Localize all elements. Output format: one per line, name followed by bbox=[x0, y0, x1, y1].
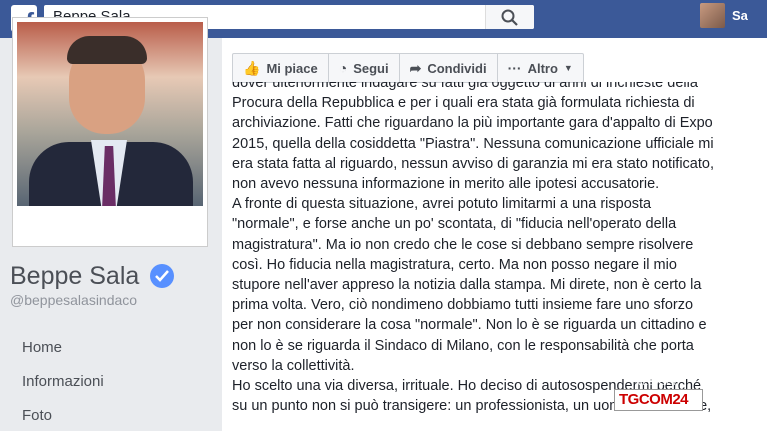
page-handle[interactable]: @beppesalasindaco bbox=[10, 292, 137, 308]
post-line: stupore nell'aver appreso la notizia dal… bbox=[232, 277, 702, 294]
post-line: così. Ho fiducia nella magistratura, cer… bbox=[232, 256, 677, 273]
profile-photo bbox=[17, 22, 203, 206]
post-line: era stata fatta al riguardo, nessun avvi… bbox=[232, 155, 714, 172]
more-label: Altro bbox=[527, 60, 558, 76]
page-title: Beppe Sala bbox=[10, 262, 140, 290]
like-button[interactable]: 👍 Mi piace bbox=[233, 54, 329, 82]
search-button[interactable] bbox=[485, 5, 534, 29]
post-line: Procura della Repubblica e per i quali e… bbox=[232, 95, 695, 112]
post-line: verso la collettività. bbox=[232, 357, 355, 374]
search-icon bbox=[501, 9, 518, 26]
follow-label: Segui bbox=[353, 60, 389, 76]
profile-picture[interactable] bbox=[12, 17, 208, 247]
like-label: Mi piace bbox=[266, 60, 318, 76]
page-action-bar: 👍 Mi piace ◔ Segui ➦ Condividi ··· Altro… bbox=[232, 53, 584, 83]
broadcaster-sublabel: MEDIASET bbox=[636, 378, 677, 387]
post-line: per non considerare la cosa "normale". N… bbox=[232, 317, 707, 334]
ellipsis-icon: ··· bbox=[507, 60, 522, 76]
chevron-down-icon: ▼ bbox=[563, 63, 573, 73]
nav-item-foto[interactable]: Foto bbox=[22, 407, 52, 424]
post-line: dover ulteriormente indagare su fatti gi… bbox=[232, 82, 698, 91]
nav-item-home[interactable]: Home bbox=[22, 339, 62, 356]
thumbs-up-icon: 👍 bbox=[243, 59, 261, 76]
post-line: A fronte di questa situazione, avrei pot… bbox=[232, 196, 652, 213]
post-line: non lo è se riguarda il Sindaco di Milan… bbox=[232, 337, 694, 354]
follow-button[interactable]: ◔ Segui bbox=[329, 54, 400, 82]
more-button[interactable]: ··· Altro ▼ bbox=[498, 54, 583, 82]
share-label: Condividi bbox=[427, 60, 487, 76]
post-line: non avevo nessuna informazione in merito… bbox=[232, 176, 660, 193]
post-line: 2015, quella della cosiddetta "Piastra".… bbox=[232, 135, 714, 152]
share-arrow-icon: ➦ bbox=[409, 59, 422, 76]
nav-item-informazioni[interactable]: Informazioni bbox=[22, 373, 104, 390]
post-line: magistratura". Ma io non credo che le co… bbox=[232, 236, 694, 253]
tgcom24-logo-text: TGCOM24 bbox=[619, 391, 689, 408]
post-line: prima volta. Vero, ciò nondimeno dobbiam… bbox=[232, 297, 694, 314]
share-button[interactable]: ➦ Condividi bbox=[400, 54, 498, 82]
verified-badge-icon bbox=[150, 264, 174, 288]
post-line: "normale", e forse anche un po' scontata… bbox=[232, 216, 677, 233]
user-name-link[interactable]: Sa bbox=[732, 8, 748, 23]
tgcom24-logo: TGCOM24 bbox=[614, 389, 703, 411]
rss-icon: ◔ bbox=[338, 60, 348, 76]
post-line: archiviazione. Fatti che riguardano la p… bbox=[232, 115, 713, 132]
user-avatar[interactable] bbox=[700, 3, 725, 28]
